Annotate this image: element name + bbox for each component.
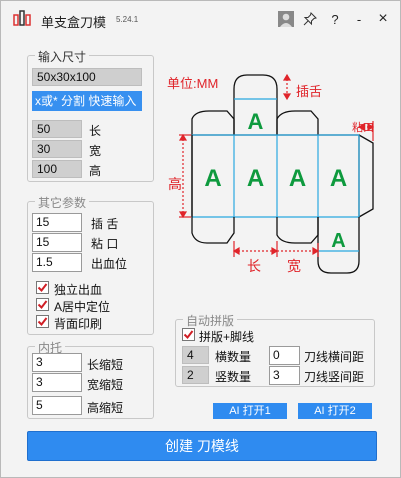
ai-open2-button[interactable]: AI 打开2: [298, 403, 372, 419]
check-icon: [37, 283, 48, 293]
center-a-label: A居中定位: [54, 300, 111, 314]
bottom-dust-flap-mid: [276, 217, 319, 244]
v-count-label: 竖数量: [215, 370, 252, 384]
panel-letter-bottom: A: [331, 230, 345, 252]
v-gap-field[interactable]: 3: [269, 366, 300, 385]
tuck-dim-label: 插舌: [296, 84, 323, 99]
title-bar: 单支盒刀模 5.24.1 ? - ×: [1, 1, 400, 35]
imposition-checkbox[interactable]: [182, 328, 195, 341]
pin-button[interactable]: [301, 10, 319, 28]
minimize-button[interactable]: -: [350, 10, 368, 28]
v-count-field[interactable]: 2: [182, 366, 209, 384]
window-title: 单支盒刀模: [41, 15, 107, 30]
back-print-checkbox[interactable]: [36, 315, 49, 328]
bleed-field[interactable]: 1.5: [32, 253, 82, 272]
top-dust-flap-left: [191, 110, 235, 135]
back-print-label: 背面印刷: [54, 317, 103, 331]
minimize-icon: -: [356, 11, 362, 27]
width-label: 宽: [89, 144, 102, 158]
height-field[interactable]: 100: [32, 160, 82, 178]
other-params-legend: 其它参数: [35, 194, 90, 211]
check-icon: [37, 317, 48, 327]
pin-icon: [303, 12, 317, 26]
panel-letter-2: A: [247, 165, 264, 192]
h-gap-field[interactable]: 0: [269, 346, 300, 365]
tuck-field[interactable]: 15: [32, 213, 82, 232]
height-label: 高: [89, 164, 102, 178]
close-icon: ×: [378, 10, 388, 27]
panel-letter-4: A: [330, 165, 347, 192]
body-outline: [191, 134, 374, 218]
dimension-lines: [178, 73, 375, 257]
auto-layout-legend: 自动拼版: [183, 312, 238, 329]
version-label: 5.24.1: [116, 15, 139, 24]
center-a-checkbox[interactable]: [36, 298, 49, 311]
standalone-bleed-checkbox[interactable]: [36, 281, 49, 294]
quick-input-button[interactable]: x或* 分割 快速输入: [32, 91, 142, 111]
length-dim-label: 长: [247, 258, 261, 274]
width-dim-label: 宽: [287, 258, 301, 274]
ai-open1-button[interactable]: AI 打开1: [213, 403, 287, 419]
input-size-legend: 输入尺寸: [35, 48, 90, 65]
imposition-label: 拼版+脚线: [199, 330, 255, 344]
h-gap-label: 刀线横间距: [304, 350, 365, 364]
top-dust-flap-right: [276, 110, 319, 135]
length-field[interactable]: 50: [32, 120, 82, 138]
user-avatar[interactable]: [277, 10, 295, 28]
length-shrink-field[interactable]: 3: [32, 353, 82, 372]
glue-field[interactable]: 15: [32, 233, 82, 252]
tuck-label: 插 舌: [91, 217, 119, 231]
panel-letter-3: A: [289, 165, 306, 192]
height-dim-label: 高: [168, 176, 182, 192]
help-button[interactable]: ?: [326, 10, 344, 28]
standalone-bleed-label: 独立出血: [54, 283, 103, 297]
length-shrink-label: 长缩短: [87, 358, 124, 372]
app-window: 单支盒刀模 5.24.1 ? - × 输入尺寸 50x30x100 x或* 分割…: [0, 0, 401, 478]
close-button[interactable]: ×: [374, 10, 392, 28]
glue-label: 粘 口: [91, 237, 119, 251]
avatar-icon: [278, 11, 294, 27]
app-logo-icon: [13, 10, 31, 26]
width-field[interactable]: 30: [32, 140, 82, 158]
height-shrink-field[interactable]: 5: [32, 396, 82, 415]
v-gap-label: 刀线竖间距: [304, 370, 365, 384]
top-tuck-flap: [233, 74, 278, 135]
h-count-label: 横数量: [215, 350, 252, 364]
panel-letter-1: A: [204, 165, 221, 192]
check-icon: [183, 330, 194, 340]
length-label: 长: [89, 124, 102, 138]
glue-dim-label: 粘口: [352, 122, 374, 134]
height-shrink-label: 高缩短: [87, 401, 124, 415]
size-input[interactable]: 50x30x100: [32, 68, 142, 86]
bottom-dust-flap-left: [191, 217, 235, 244]
h-count-field[interactable]: 4: [182, 346, 209, 364]
check-icon: [37, 300, 48, 310]
width-shrink-label: 宽缩短: [87, 378, 124, 392]
bottom-tuck-flap: [317, 217, 360, 274]
width-shrink-field[interactable]: 3: [32, 373, 82, 392]
create-dieline-button[interactable]: 创建 刀模线: [27, 431, 377, 461]
help-icon: ?: [331, 11, 339, 27]
panel-letter-top: A: [248, 109, 264, 134]
bleed-label: 出血位: [91, 257, 128, 271]
unit-label: 单位:MM: [167, 76, 219, 91]
